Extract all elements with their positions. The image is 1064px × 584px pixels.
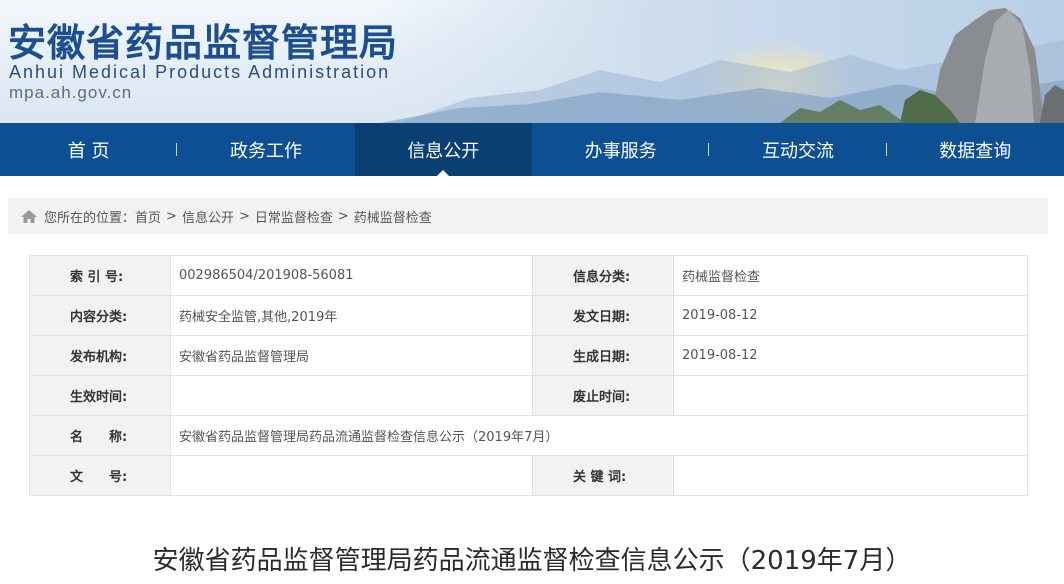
nav-item-label: 办事服务	[584, 140, 657, 162]
table-row: 内容分类: 药械安全监管,其他,2019年 发文日期: 2019-08-12	[29, 295, 1028, 336]
expire-time-value	[673, 375, 1028, 416]
created-date-label: 生成日期:	[532, 335, 674, 376]
nav-item-data-query[interactable]: 数据查询	[887, 123, 1064, 176]
site-url: mpa.ah.gov.cn	[9, 83, 133, 102]
breadcrumb-prefix: 您所在的位置：	[44, 210, 136, 226]
breadcrumb: 您所在的位置： 首页 > 信息公开 > 日常监督检查 > 药械监督检查	[8, 198, 1048, 234]
article-title: 安徽省药品监督管理局药品流通监督检查信息公示（2019年7月）	[152, 546, 912, 576]
breadcrumb-separator: >	[238, 208, 250, 224]
content-category-value: 药械安全监管,其他,2019年	[170, 295, 533, 336]
table-row: 发布机构: 安徽省药品监督管理局 生成日期: 2019-08-12	[29, 335, 1028, 376]
info-category-label: 信息分类:	[532, 255, 674, 296]
document-name-value: 安徽省药品监督管理局药品流通监督检查信息公示（2019年7月）	[170, 415, 1028, 456]
nav-item-label: 政务工作	[229, 140, 302, 162]
keywords-label: 关 键 词:	[532, 455, 674, 496]
site-header: 安徽省药品监督管理局 Anhui Medical Products Admini…	[0, 0, 1064, 123]
main-nav: 首 页 政务工作 信息公开 办事服务 互动交流 数据查询	[0, 123, 1064, 177]
issue-date-label: 发文日期:	[532, 295, 674, 336]
breadcrumb-separator: >	[337, 208, 349, 224]
publisher-value: 安徽省药品监督管理局	[170, 335, 533, 376]
document-number-label: 文 号:	[29, 455, 171, 496]
document-name-label: 名 称:	[29, 415, 171, 456]
document-number-value	[170, 455, 533, 496]
breadcrumb-link-drug-device-inspection[interactable]: 药械监督检查	[354, 207, 432, 226]
keywords-value	[673, 455, 1028, 496]
created-date-value: 2019-08-12	[673, 335, 1028, 376]
nav-item-label: 数据查询	[939, 140, 1012, 162]
effective-time-label: 生效时间:	[29, 375, 171, 416]
document-info-table: 索 引 号: 002986504/201908-56081 信息分类: 药械监督…	[29, 255, 1028, 496]
site-title-english: Anhui Medical Products Administration	[9, 62, 391, 82]
table-row: 名 称: 安徽省药品监督管理局药品流通监督检查信息公示（2019年7月）	[29, 415, 1028, 456]
nav-item-label: 互动交流	[761, 140, 834, 162]
breadcrumb-link-daily-inspection[interactable]: 日常监督检查	[255, 207, 333, 226]
publisher-label: 发布机构:	[29, 335, 171, 376]
breadcrumb-separator: >	[166, 208, 177, 224]
home-icon	[20, 209, 38, 224]
nav-item-interaction[interactable]: 互动交流	[709, 123, 887, 176]
nav-item-label: 信息公开	[407, 140, 480, 162]
issue-date-value: 2019-08-12	[673, 295, 1028, 336]
effective-time-value	[170, 375, 533, 416]
nav-item-home[interactable]: 首 页	[0, 123, 178, 176]
nav-item-services[interactable]: 办事服务	[532, 123, 710, 176]
index-number-label: 索 引 号:	[29, 255, 171, 296]
nav-item-information-disclosure[interactable]: 信息公开	[354, 123, 532, 177]
nav-item-label: 首 页	[67, 140, 110, 162]
site-title-chinese: 安徽省药品监督管理局	[8, 20, 399, 65]
content-category-label: 内容分类:	[29, 295, 171, 336]
table-row: 索 引 号: 002986504/201908-56081 信息分类: 药械监督…	[29, 255, 1028, 296]
table-row: 生效时间: 废止时间:	[29, 375, 1028, 416]
index-number-value: 002986504/201908-56081	[170, 255, 533, 296]
breadcrumb-link-home[interactable]: 首页	[135, 207, 161, 226]
nav-item-government-affairs[interactable]: 政务工作	[177, 123, 354, 176]
breadcrumb-link-info-disclosure[interactable]: 信息公开	[182, 207, 234, 226]
info-category-value: 药械监督检查	[673, 255, 1028, 296]
table-row: 文 号: 关 键 词:	[29, 455, 1028, 496]
expire-time-label: 废止时间:	[532, 375, 674, 416]
